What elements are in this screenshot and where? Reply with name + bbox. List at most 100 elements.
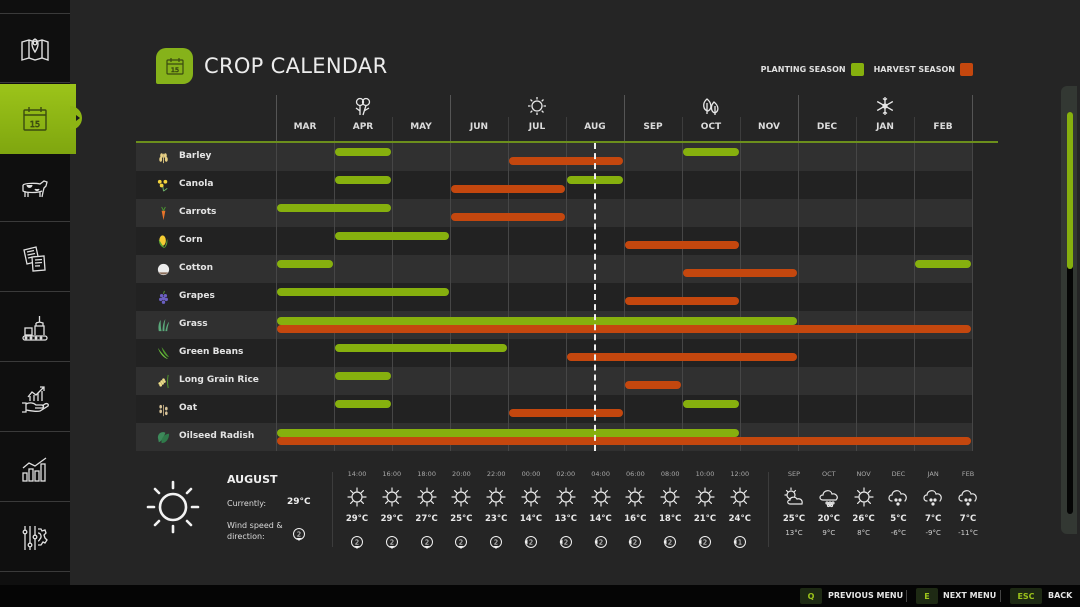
forecast-temperature: 24°C (728, 514, 751, 524)
sun-icon (695, 487, 715, 507)
svg-text:2: 2 (390, 539, 394, 547)
oilseed-radish-icon (157, 432, 170, 444)
month-grid-line (624, 143, 625, 451)
forecast-temperature: 18°C (659, 514, 682, 524)
forecast-time: 10:00 (695, 470, 715, 478)
grapes-icon (159, 290, 168, 304)
planting-bar (277, 429, 739, 437)
sidebar-item-calendar[interactable]: 15 (0, 84, 82, 154)
wind-indicator: 2 (291, 526, 307, 546)
settings-sliders-icon (22, 525, 48, 550)
barley-icon (159, 153, 168, 164)
svg-text:2: 2 (297, 531, 301, 539)
forecast-temperature: 13°C (554, 514, 577, 524)
active-indicator (76, 115, 80, 121)
sun-icon (347, 487, 367, 507)
forecast-temperature: 27°C (415, 514, 438, 524)
wind-direction-icon: 2 (628, 536, 642, 548)
svg-text:15: 15 (170, 66, 178, 74)
current-temp-label: Currently: (227, 499, 267, 508)
hourly-forecast-item: 18:00 27°C 2 (410, 470, 444, 550)
next-menu-key[interactable]: E (916, 588, 938, 604)
forecast-temperature: 16°C (624, 514, 647, 524)
sidebar-item-animals[interactable] (0, 154, 70, 222)
crop-row: Cotton (136, 255, 972, 283)
hourly-forecast-item: 14:00 29°C 2 (340, 470, 374, 550)
weather-divider (768, 472, 769, 547)
footer-bar: Q PREVIOUS MENU E NEXT MENU ESC BACK (0, 585, 1080, 607)
legend: PLANTING SEASON HARVEST SEASON (761, 63, 973, 76)
planting-bar (277, 204, 391, 212)
month-label-nov: NOV (758, 122, 780, 132)
month-label-aug: AUG (584, 122, 606, 132)
forecast-time: 04:00 (591, 470, 610, 478)
crop-row: Long Grain Rice (136, 367, 972, 395)
svg-text:2: 2 (424, 539, 428, 547)
planting-bar (915, 260, 971, 268)
svg-text:2: 2 (355, 539, 359, 547)
month-grid-line (566, 143, 567, 451)
corn-icon (158, 235, 168, 249)
planting-bar (277, 288, 449, 296)
forecast-temperature: 29°C (345, 514, 369, 524)
crop-rows: Barley Canola Carrots Corn Cotton Grapes Grass… (136, 143, 1000, 451)
forecast-temperature: 23°C (485, 514, 508, 524)
sidebar-item-statistics[interactable] (0, 434, 70, 502)
season-divider (798, 95, 799, 143)
wind-direction-icon: 2 (524, 536, 537, 548)
hourly-forecast-item: 10:00 21°C 2 (688, 470, 722, 550)
forecast-time: 16:00 (382, 470, 402, 478)
crop-row: Carrots (136, 199, 972, 227)
month-grid-line (276, 143, 277, 451)
previous-menu-button[interactable]: PREVIOUS MENU (828, 591, 903, 600)
sun-icon (146, 480, 200, 534)
month-label-may: MAY (410, 122, 432, 132)
month-grid-line (914, 143, 915, 451)
forecast-low: -11°C (958, 529, 978, 537)
hourly-forecast-item: 08:00 18°C 2 (653, 470, 687, 550)
scrollbar-thumb[interactable] (1067, 112, 1073, 269)
green-beans-icon (157, 346, 170, 360)
forecast-month: FEB (961, 470, 975, 478)
crop-row: Oat (136, 395, 972, 423)
footer-divider (1000, 590, 1001, 602)
svg-text:2: 2 (529, 539, 533, 547)
crop-row: Green Beans (136, 339, 972, 367)
planting-bar (277, 260, 333, 268)
month-divider (566, 117, 567, 143)
previous-menu-key[interactable]: Q (800, 588, 822, 604)
hourly-forecast-item: 12:00 24°C 1 (723, 470, 757, 550)
sidebar-item-settings[interactable] (0, 504, 70, 572)
wind-direction-icon: 2 (351, 536, 363, 549)
month-label-feb: FEB (933, 122, 953, 132)
sidebar-item-finances[interactable] (0, 364, 70, 432)
harvest-bar (683, 269, 797, 277)
sidebar-item-production[interactable] (0, 294, 70, 362)
sun-icon (730, 487, 750, 507)
crop-row: Oilseed Radish (136, 423, 972, 451)
month-label-jul: JUL (528, 122, 546, 132)
harvest-bar (567, 353, 797, 361)
cow-icon (22, 179, 48, 197)
sidebar-item-map[interactable] (0, 15, 70, 83)
monthly-forecast-item: FEB 7°C -11°C (948, 470, 988, 537)
svg-text:1: 1 (738, 539, 742, 547)
sidebar: 15 (0, 0, 82, 585)
month-divider (682, 117, 683, 143)
crop-row: Grass (136, 311, 972, 339)
month-divider (914, 117, 915, 143)
calendar-icon: 15 (23, 107, 47, 131)
sidebar-item-contracts[interactable] (0, 224, 70, 292)
planting-bar (335, 148, 391, 156)
back-button[interactable]: BACK (1048, 591, 1072, 600)
next-menu-button[interactable]: NEXT MENU (943, 591, 996, 600)
crop-name: Oilseed Radish (179, 431, 255, 441)
month-label-jan: JAN (876, 122, 894, 132)
partly-cloudy-icon (784, 487, 803, 505)
back-key[interactable]: ESC (1010, 588, 1042, 604)
month-divider (740, 117, 741, 143)
month-label-sep: SEP (643, 122, 663, 132)
svg-text:2: 2 (633, 539, 637, 547)
forecast-time: 18:00 (417, 470, 436, 478)
sun-icon (660, 487, 680, 507)
